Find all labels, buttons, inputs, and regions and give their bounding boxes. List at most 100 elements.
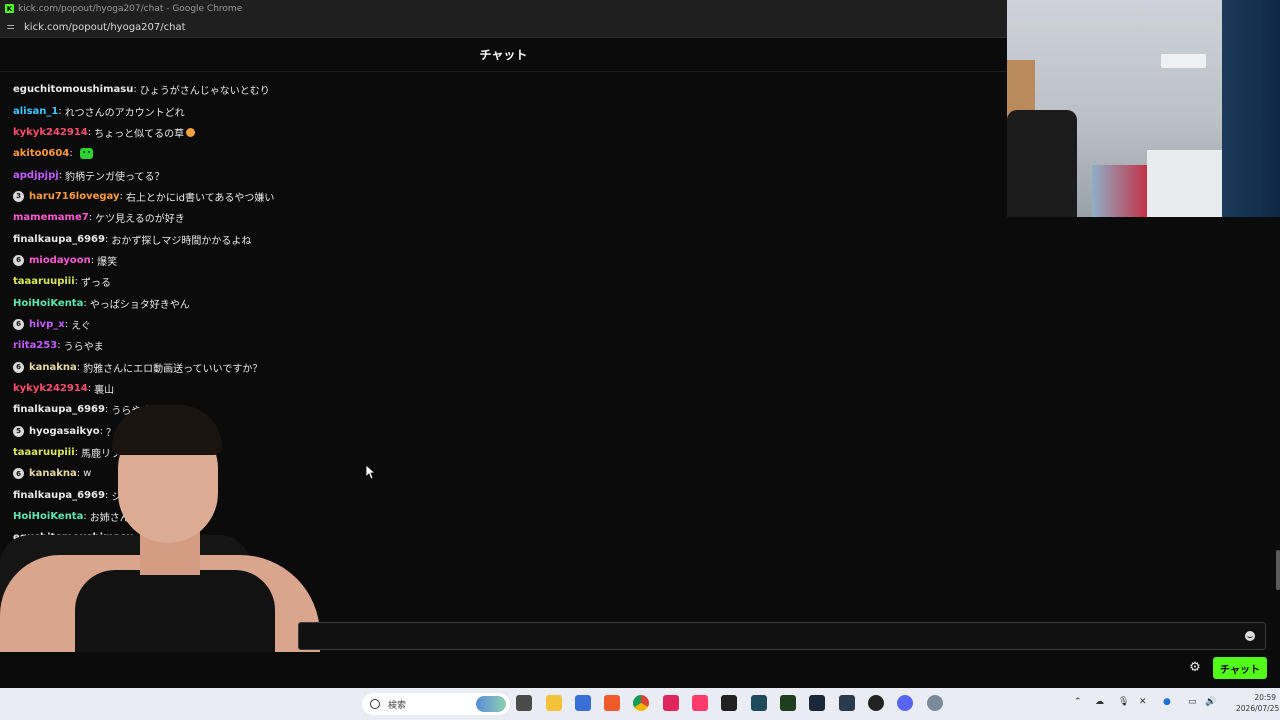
- brave-icon[interactable]: [604, 695, 620, 711]
- chat-username[interactable]: kykyk242914: [13, 383, 88, 394]
- chat-message: HoiHoiKenta: やっぱショタ好きやん: [13, 292, 613, 313]
- chat-input-box[interactable]: [298, 622, 1266, 650]
- screen: K kick.com/popout/hyoga207/chat - Google…: [0, 0, 1280, 720]
- chat-message: riita253: うらやま: [13, 335, 613, 356]
- obs-icon[interactable]: [868, 695, 884, 711]
- taskbar-search-placeholder: 検索: [388, 700, 407, 711]
- taskbar-clock[interactable]: 20:59 2026/07/25: [1236, 692, 1280, 714]
- chat-message: finalkaupa_6969: おかず探しマジ時間かかるよね: [13, 228, 613, 249]
- chat-message-text: おかず探しマジ時間かかるよね: [111, 235, 252, 247]
- chat-message-text: 爆笑: [97, 256, 118, 268]
- gear-icon[interactable]: ⚙: [1188, 660, 1202, 675]
- chat-message-text: 右上とかにid書いてあるやつ嫌い: [125, 192, 275, 204]
- subscriber-badge-icon: 6: [13, 361, 24, 373]
- chat-message-text: うらやま: [63, 342, 104, 354]
- chat-separator: :: [88, 212, 93, 224]
- chat-username[interactable]: riita253: [13, 340, 57, 351]
- app-icon-navy[interactable]: [839, 695, 855, 711]
- app-icon-blue[interactable]: [575, 695, 591, 711]
- tray-onedrive-icon[interactable]: ●: [1163, 697, 1171, 707]
- app-icon-red[interactable]: [663, 695, 679, 711]
- chat-separator: :: [87, 126, 92, 138]
- laughing-emoji-icon: [186, 127, 196, 137]
- chat-message: apdjpjpj: 豹柄テンガ使ってる？: [13, 164, 613, 185]
- chat-username[interactable]: mamemame7: [13, 212, 89, 223]
- chat-separator: :: [90, 254, 95, 266]
- file-explorer-icon[interactable]: [546, 695, 562, 711]
- chat-input[interactable]: [307, 627, 1227, 645]
- tiktok-icon[interactable]: [692, 695, 708, 711]
- chat-username[interactable]: hivp_x: [29, 319, 65, 330]
- url-text[interactable]: kick.com/popout/hyoga207/chat: [24, 22, 186, 33]
- chat-message: mamemame7: ケツ見えるのが好き: [13, 207, 613, 228]
- chat-username[interactable]: miodayoon: [29, 255, 91, 266]
- chat-username[interactable]: eguchitomoushimasu: [13, 84, 133, 95]
- chat-username[interactable]: HoiHoiKenta: [13, 298, 83, 309]
- chat-scrollbar[interactable]: [1276, 550, 1280, 590]
- chat-username[interactable]: finalkaupa_6969: [13, 234, 105, 245]
- app-icon-green[interactable]: [780, 695, 796, 711]
- chat-message: kykyk242914: 裏山: [13, 378, 613, 399]
- chat-message: 6 hivp_x: えぐ: [13, 314, 613, 335]
- emoji-icon[interactable]: [1245, 631, 1255, 641]
- tray-cloud-icon[interactable]: ☁: [1095, 697, 1104, 707]
- chat-separator: :: [57, 340, 61, 352]
- clock-date: 2026/07/25: [1236, 704, 1280, 713]
- tray-volume-icon[interactable]: 🔊: [1205, 697, 1216, 707]
- chat-message-text: 豹雅さんにエロ動画送っていいですか？: [83, 363, 263, 375]
- chat-separator: :: [119, 190, 123, 202]
- chat-message: alisan_1: れつさんのアカウントどれ: [13, 100, 613, 121]
- taskbar-search[interactable]: 検索: [362, 693, 510, 715]
- tray-mic-icon[interactable]: 🎙: [1118, 697, 1129, 707]
- steam-icon[interactable]: [809, 695, 825, 711]
- chat-username[interactable]: akito0604: [13, 148, 69, 159]
- subscriber-badge-icon: 6: [13, 254, 24, 266]
- chat-message: 6 kanakna: 豹雅さんにエロ動画送っていいですか？: [13, 356, 613, 377]
- address-bar[interactable]: ⚌ kick.com/popout/hyoga207/chat: [0, 17, 1007, 38]
- browser-title-bar: K kick.com/popout/hyoga207/chat - Google…: [0, 0, 1007, 17]
- chat-message-text: れつさんのアカウントどれ: [64, 107, 185, 119]
- chat-message-text: えぐ: [71, 320, 91, 332]
- clock-time: 20:59: [1254, 693, 1276, 702]
- site-info-icon[interactable]: ⚌: [5, 22, 16, 33]
- mouse-cursor-icon: [365, 464, 377, 484]
- green-emote-icon: [79, 148, 93, 160]
- chat-message: akito0604:: [13, 143, 613, 164]
- chat-separator: :: [83, 297, 87, 309]
- chat-message-text: ちょっと似てるの草: [94, 128, 185, 140]
- chat-header: チャット: [0, 38, 1007, 72]
- task-view-icon[interactable]: [516, 695, 532, 711]
- tray-close-icon[interactable]: ✕: [1139, 697, 1147, 707]
- chat-message: eguchitomoushimasu: ひょうがさんじゃないとむり: [13, 79, 613, 100]
- chat-separator: :: [104, 233, 109, 245]
- settings-icon[interactable]: [927, 695, 943, 711]
- chat-message: 6 miodayoon: 爆笑: [13, 250, 613, 271]
- chat-username[interactable]: kykyk242914: [13, 127, 88, 138]
- chat-message-text: やっぱショタ好きやん: [89, 299, 190, 311]
- send-chat-button[interactable]: チャット: [1213, 657, 1267, 679]
- discord-icon[interactable]: [897, 695, 913, 711]
- chat-separator: :: [133, 84, 137, 96]
- chat-message: taaaruupiii: ずっる: [13, 271, 613, 292]
- app-icon-dark[interactable]: [721, 695, 737, 711]
- chat-username[interactable]: haru716lovegay: [29, 191, 120, 202]
- chat-separator: :: [74, 276, 79, 288]
- subscriber-badge-icon: 3: [13, 190, 24, 202]
- kick-favicon-icon: K: [5, 4, 14, 13]
- search-icon: [370, 699, 380, 709]
- chat-message-text: ずっる: [81, 278, 112, 290]
- chat-separator: :: [76, 361, 81, 373]
- chat-message: 3 haru716lovegay: 右上とかにid書いてあるやつ嫌い: [13, 186, 613, 207]
- chat-separator: :: [58, 169, 63, 181]
- chat-username[interactable]: taaaruupiii: [13, 276, 75, 287]
- chat-separator: :: [64, 318, 69, 330]
- chat-username[interactable]: alisan_1: [13, 106, 58, 117]
- chat-message: kykyk242914: ちょっと似てるの草: [13, 122, 613, 143]
- chat-separator: :: [58, 105, 62, 117]
- tray-display-icon[interactable]: ▭: [1188, 697, 1197, 707]
- chrome-icon[interactable]: [633, 695, 649, 711]
- chat-username[interactable]: apdjpjpj: [13, 170, 59, 181]
- app-icon-teal[interactable]: [751, 695, 767, 711]
- chat-username[interactable]: kanakna: [29, 362, 77, 373]
- tray-chevron-icon[interactable]: ⌃: [1074, 697, 1082, 707]
